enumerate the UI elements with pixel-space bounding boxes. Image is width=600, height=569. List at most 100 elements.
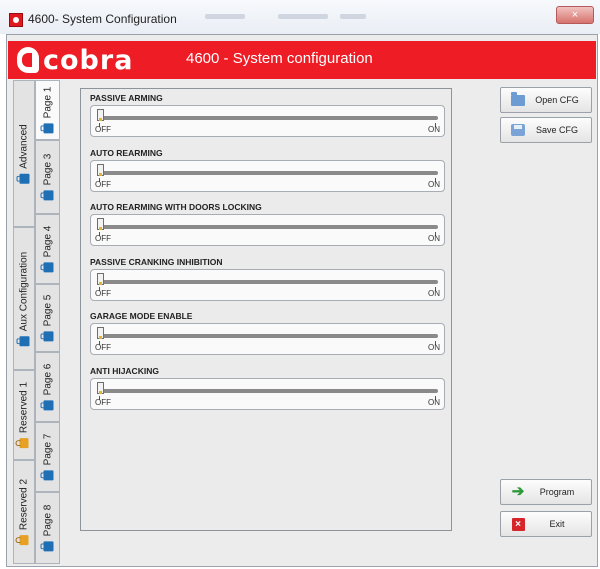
folder-open-icon — [511, 91, 525, 106]
slider-thumb[interactable] — [97, 327, 104, 339]
tab-label: Advanced — [18, 123, 30, 169]
tab-label: Page 3 — [42, 153, 53, 186]
slider-track — [97, 280, 438, 284]
tab-label: Page 4 — [42, 225, 53, 258]
tab-label: Reserved 2 — [18, 478, 30, 531]
bag-icon — [42, 262, 53, 273]
bag-icon — [42, 541, 53, 552]
setting-passive-cranking-inhibition: PASSIVE CRANKING INHIBITION OFF ON — [90, 255, 445, 301]
on-label: ON — [428, 180, 440, 189]
setting-auto-rearming: AUTO REARMING OFF ON — [90, 146, 445, 192]
settings-panel: PASSIVE ARMING OFF ON AUTO REARMING OFF … — [80, 88, 452, 531]
titlebar-ghost-1 — [205, 14, 245, 19]
setting-label: PASSIVE CRANKING INHIBITION — [90, 257, 223, 267]
slider-track — [97, 334, 438, 338]
off-label: OFF — [95, 289, 111, 298]
slider-track — [97, 225, 438, 229]
setting-auto-rearming-doors-locking: AUTO REARMING WITH DOORS LOCKING OFF ON — [90, 200, 445, 246]
page-title: 4600 - System configuration — [186, 50, 373, 67]
vertical-tabstrip: Advanced Aux Configuration Reserved 1 Re… — [13, 80, 60, 564]
tab-label: Page 1 — [42, 86, 53, 119]
window-title: 4600- System Configuration — [28, 12, 177, 26]
cobra-logo: cobra — [17, 44, 134, 76]
tab-reserved-2[interactable]: Reserved 2 — [13, 460, 35, 564]
button-label: Program — [539, 487, 575, 497]
off-label: OFF — [95, 180, 111, 189]
on-label: ON — [428, 343, 440, 352]
program-button[interactable]: ➔ Program — [500, 479, 592, 505]
on-label: ON — [428, 234, 440, 243]
tab-page-7[interactable]: Page 7 — [35, 422, 60, 492]
setting-anti-hijacking: ANTI HIJACKING OFF ON — [90, 364, 445, 410]
bag-icon — [19, 335, 29, 346]
setting-passive-arming: PASSIVE ARMING OFF ON — [90, 91, 445, 137]
slider-track — [97, 389, 438, 393]
tab-label: Aux Configuration — [18, 251, 30, 331]
garage-mode-enable-slider[interactable]: OFF ON — [90, 323, 445, 355]
setting-garage-mode-enable: GARAGE MODE ENABLE OFF ON — [90, 309, 445, 355]
setting-label: GARAGE MODE ENABLE — [90, 311, 193, 321]
bag-icon — [42, 470, 53, 481]
tab-label: Page 8 — [42, 504, 53, 537]
app-icon — [9, 13, 23, 27]
on-label: ON — [428, 398, 440, 407]
slider-thumb[interactable] — [97, 382, 104, 394]
off-label: OFF — [95, 398, 111, 407]
title-bar: 4600- System Configuration × — [0, 0, 600, 34]
setting-label: AUTO REARMING WITH DOORS LOCKING — [90, 202, 262, 212]
tab-aux-configuration[interactable]: Aux Configuration — [13, 227, 35, 370]
tab-label: Page 5 — [42, 294, 53, 327]
tab-advanced[interactable]: Advanced — [13, 80, 35, 227]
passive-cranking-inhibition-slider[interactable]: OFF ON — [90, 269, 445, 301]
logo-text: cobra — [43, 44, 134, 76]
button-label: Open CFG — [535, 95, 579, 105]
bag-icon — [42, 190, 53, 201]
app-window: cobra 4600 - System configuration Advanc… — [6, 34, 598, 567]
slider-thumb[interactable] — [97, 164, 104, 176]
bag-icon — [42, 123, 53, 134]
passive-arming-slider[interactable]: OFF ON — [90, 105, 445, 137]
off-label: OFF — [95, 234, 111, 243]
on-label: ON — [428, 289, 440, 298]
tab-page-5[interactable]: Page 5 — [35, 284, 60, 352]
titlebar-ghost-2 — [278, 14, 328, 19]
tab-page-6[interactable]: Page 6 — [35, 352, 60, 422]
auto-rearming-slider[interactable]: OFF ON — [90, 160, 445, 192]
off-label: OFF — [95, 125, 111, 134]
tab-page-3[interactable]: Page 3 — [35, 140, 60, 214]
close-icon[interactable]: × — [556, 6, 594, 24]
slider-thumb[interactable] — [97, 273, 104, 285]
tab-page-4[interactable]: Page 4 — [35, 214, 60, 284]
bag-icon — [19, 173, 29, 184]
app-header: cobra 4600 - System configuration — [8, 41, 596, 79]
bag-icon — [42, 331, 53, 342]
save-disk-icon — [511, 124, 525, 136]
button-label: Save CFG — [535, 125, 578, 135]
tab-label: Reserved 1 — [18, 381, 30, 434]
exit-icon: × — [511, 517, 525, 531]
setting-label: PASSIVE ARMING — [90, 93, 163, 103]
lock-icon — [19, 438, 29, 449]
save-cfg-button[interactable]: Save CFG — [500, 117, 592, 143]
arrow-right-icon: ➔ — [511, 483, 525, 500]
tab-reserved-1[interactable]: Reserved 1 — [13, 370, 35, 460]
slider-track — [97, 171, 438, 175]
lock-icon — [19, 535, 29, 546]
button-label: Exit — [549, 519, 565, 529]
setting-label: ANTI HIJACKING — [90, 366, 159, 376]
exit-button[interactable]: × Exit — [500, 511, 592, 537]
tab-page-8[interactable]: Page 8 — [35, 492, 60, 564]
on-label: ON — [428, 125, 440, 134]
off-label: OFF — [95, 343, 111, 352]
tab-label: Page 6 — [42, 363, 53, 396]
tab-label: Page 7 — [42, 433, 53, 466]
open-cfg-button[interactable]: Open CFG — [500, 87, 592, 113]
tab-page-1[interactable]: Page 1 — [35, 80, 60, 140]
slider-thumb[interactable] — [97, 109, 104, 121]
slider-thumb[interactable] — [97, 218, 104, 230]
auto-rearming-doors-locking-slider[interactable]: OFF ON — [90, 214, 445, 246]
setting-label: AUTO REARMING — [90, 148, 163, 158]
anti-hijacking-slider[interactable]: OFF ON — [90, 378, 445, 410]
titlebar-ghost-3 — [340, 14, 366, 19]
slider-track — [97, 116, 438, 120]
